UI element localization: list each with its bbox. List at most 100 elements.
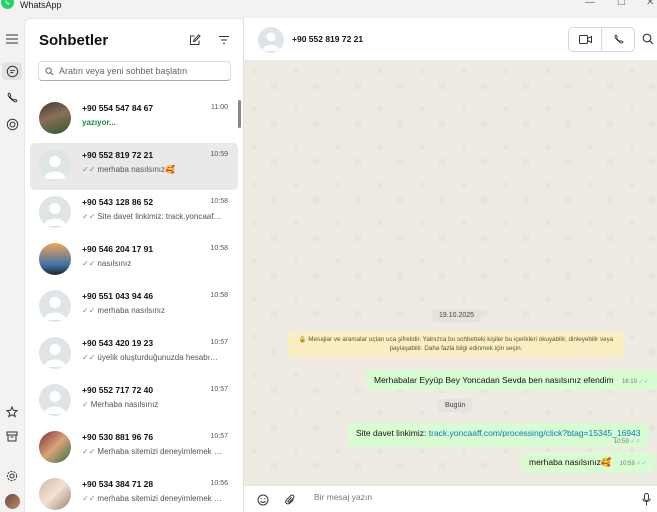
message-bubble[interactable]: merhaba nasılsınız🥰 10:59 ✓✓ bbox=[521, 452, 655, 473]
new-chat-icon[interactable] bbox=[188, 33, 202, 47]
close-button[interactable]: ✕ bbox=[646, 0, 654, 8]
delivery-tick-icon: ✓✓ bbox=[82, 165, 96, 174]
message-meta: 16:19 ✓✓ bbox=[621, 379, 649, 385]
delivery-tick-icon: ✓✓ bbox=[82, 259, 96, 268]
chat-list-item[interactable]: +90 543 420 19 23 10:57 ✓✓ üyelik oluşturdu… bbox=[30, 331, 238, 378]
message-meta: 10:59 ✓✓ bbox=[613, 439, 641, 445]
chat-time: 11:00 bbox=[211, 104, 228, 111]
today-chip: Bugün bbox=[438, 399, 473, 412]
chat-preview-text: merhaba sitemizi deneyimlemek ister misi… bbox=[97, 494, 222, 503]
chat-list-item[interactable]: +90 546 204 17 91 10:58 ✓✓ nasılsınız bbox=[30, 237, 238, 284]
message-input[interactable] bbox=[314, 492, 614, 502]
chat-name: +90 554 547 84 67 bbox=[82, 103, 154, 113]
message-text: Site davet linkimiz: bbox=[356, 428, 429, 438]
search-input[interactable] bbox=[59, 66, 229, 76]
chat-time: 10:57 bbox=[210, 339, 228, 346]
chat-preview-text: Merhaba nasılsınız bbox=[90, 400, 159, 409]
archive-icon[interactable] bbox=[2, 427, 22, 445]
chat-preview: ✓✓ nasılsınız bbox=[82, 259, 222, 268]
video-call-button[interactable] bbox=[569, 28, 601, 51]
message-text: Merhabalar Eyyüp Bey Yoncadan Sevda ben … bbox=[374, 375, 614, 385]
conversation-header[interactable]: +90 552 819 72 21 bbox=[244, 18, 657, 61]
contact-name[interactable]: +90 552 819 72 21 bbox=[292, 34, 363, 44]
chat-preview-text: üyelik oluşturduğunuzda hesabınıza bbox=[97, 353, 222, 362]
conversation-panel: +90 552 819 72 21 19.10.2025 🔒 Mesajlar … bbox=[244, 18, 657, 512]
chat-preview-text: yazıyor... bbox=[82, 118, 116, 127]
menu-icon[interactable] bbox=[2, 30, 22, 48]
message-link[interactable]: track.yoncaaff.com/processing/click?btag… bbox=[429, 428, 641, 438]
chat-list-item[interactable]: +90 552 717 72 40 10:57 ✓ Merhaba nasılsını… bbox=[30, 378, 238, 425]
chat-time: 10:56 bbox=[210, 480, 228, 487]
video-camera-icon bbox=[578, 35, 592, 44]
delivery-tick-icon: ✓✓ bbox=[82, 353, 96, 362]
voice-call-button[interactable] bbox=[601, 28, 634, 51]
profile-avatar[interactable] bbox=[2, 492, 22, 510]
message-bubble[interactable]: Merhabalar Eyyüp Bey Yoncadan Sevda ben … bbox=[366, 370, 657, 390]
chat-preview-text: merhaba nasılsınız bbox=[97, 306, 165, 315]
contact-avatar bbox=[39, 478, 71, 510]
chat-preview: ✓✓Site davet linkimiz: track.yoncaaff.co… bbox=[82, 212, 222, 221]
call-buttons bbox=[568, 27, 635, 52]
search-in-chat-icon[interactable] bbox=[642, 32, 654, 50]
phone-icon bbox=[614, 34, 623, 44]
chat-list: +90 554 547 84 67 11:00 yazıyor... +90 552 … bbox=[30, 96, 238, 512]
message-meta: 10:59 ✓✓ bbox=[619, 461, 647, 467]
chat-list-item[interactable]: +90 543 128 86 52 10:58 ✓✓ Site davet linki… bbox=[30, 190, 238, 237]
window-title: WhatsApp bbox=[20, 0, 62, 10]
sidebar-title: Sohbetler bbox=[39, 32, 109, 49]
message-text: merhaba nasılsınız🥰 bbox=[529, 457, 612, 467]
chat-preview-text: Site davet linkimiz: track.yoncaaff.com/… bbox=[97, 212, 222, 221]
chat-list-item[interactable]: +90 530 881 96 76 10:57 ✓✓ Merhaba sitemizi… bbox=[30, 425, 238, 472]
message-composer bbox=[244, 485, 657, 512]
delivery-tick-icon: ✓ bbox=[82, 400, 89, 409]
filter-icon[interactable] bbox=[217, 33, 231, 47]
calls-icon[interactable] bbox=[2, 89, 22, 107]
contact-avatar bbox=[39, 196, 71, 228]
chat-preview-text: Merhaba sitemizi deneyimlemek ister misi… bbox=[97, 447, 222, 456]
chat-time: 10:57 bbox=[210, 433, 228, 440]
chat-time: 10:58 bbox=[210, 198, 228, 205]
starred-icon[interactable] bbox=[2, 403, 22, 421]
message-bubble-link[interactable]: Site davet linkimiz: track.yoncaaff.com/… bbox=[348, 423, 649, 447]
chat-list-item[interactable]: +90 551 043 94 46 10:58 ✓✓ merhaba nasılsın… bbox=[30, 284, 238, 331]
minimize-button[interactable]: — bbox=[585, 0, 595, 8]
chat-list-item[interactable]: +90 552 819 72 21 10:59 ✓✓ merhaba nasılsın… bbox=[30, 143, 238, 190]
contact-avatar bbox=[39, 149, 71, 181]
encryption-notice[interactable]: 🔒 Mesajlar ve aramalar uçtan uca şifreli… bbox=[288, 332, 624, 358]
chat-preview-text: nasılsınız bbox=[97, 259, 132, 268]
delivery-tick-icon: ✓✓ bbox=[82, 447, 96, 456]
emoji-icon[interactable] bbox=[257, 493, 269, 511]
delivery-tick-icon: ✓✓ bbox=[82, 306, 96, 315]
microphone-icon[interactable] bbox=[642, 493, 651, 511]
chat-preview: ✓✓merhaba sitemizi deneyimlemek ister mi… bbox=[82, 494, 222, 503]
chat-time: 10:59 bbox=[210, 151, 228, 158]
chat-time: 10:58 bbox=[210, 292, 228, 299]
delivery-tick-icon: ✓✓ bbox=[82, 212, 96, 221]
chat-name: +90 534 384 71 28 bbox=[82, 479, 154, 489]
chat-list-item[interactable]: +90 554 547 84 67 11:00 yazıyor... bbox=[30, 96, 238, 143]
chat-name: +90 543 420 19 23 bbox=[82, 338, 154, 348]
chat-preview: ✓✓ üyelik oluşturduğunuzda hesabınıza bbox=[82, 353, 222, 362]
contact-avatar bbox=[39, 290, 71, 322]
attach-icon[interactable] bbox=[285, 493, 296, 511]
chats-icon[interactable] bbox=[2, 62, 22, 80]
settings-icon[interactable] bbox=[2, 467, 22, 485]
chat-wallpaper: 19.10.2025 🔒 Mesajlar ve aramalar uçtan … bbox=[244, 61, 657, 485]
delivery-tick-icon: ✓✓ bbox=[82, 494, 96, 503]
chat-preview-text: merhaba nasılsınız🥰 bbox=[97, 165, 175, 174]
contact-avatar bbox=[39, 243, 71, 275]
contact-avatar[interactable] bbox=[258, 27, 284, 53]
chat-preview: yazıyor... bbox=[82, 118, 222, 127]
search-icon bbox=[45, 66, 54, 75]
read-receipt-icon: ✓✓ bbox=[636, 461, 647, 467]
chat-preview: ✓ Merhaba nasılsınız bbox=[82, 400, 222, 409]
search-box[interactable] bbox=[38, 61, 231, 81]
chat-preview: ✓✓ merhaba nasılsınız🥰 bbox=[82, 165, 222, 174]
chat-list-item[interactable]: +90 534 384 71 28 10:56 ✓✓ merhaba sitemizi… bbox=[30, 472, 238, 512]
chat-name: +90 552 819 72 21 bbox=[82, 150, 154, 160]
maximize-button[interactable]: ☐ bbox=[617, 0, 626, 8]
chat-name: +90 543 128 86 52 bbox=[82, 197, 154, 207]
chat-list-scrollbar[interactable] bbox=[238, 100, 241, 128]
chat-preview: ✓✓ merhaba nasılsınız bbox=[82, 306, 222, 315]
status-icon[interactable] bbox=[2, 115, 22, 133]
